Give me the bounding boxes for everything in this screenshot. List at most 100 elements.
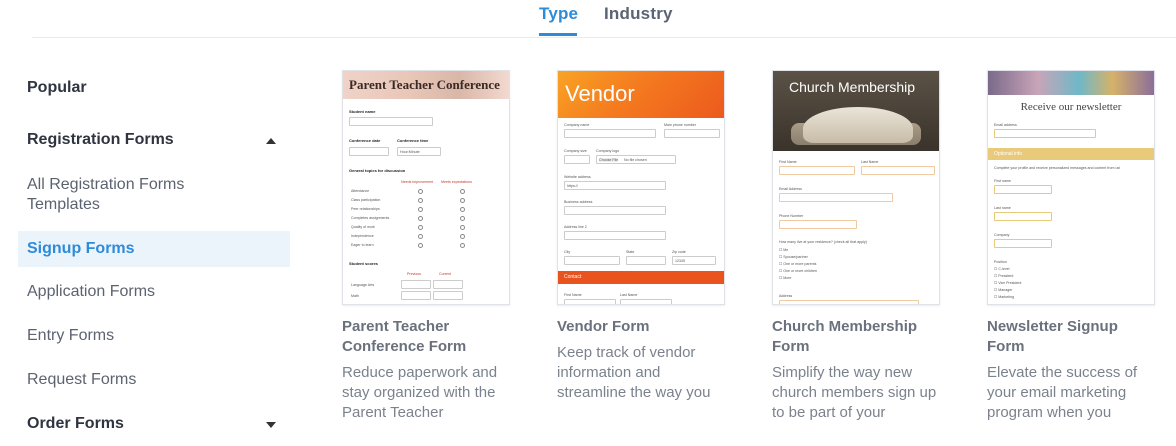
thumb-input <box>620 299 672 304</box>
thumb-input <box>564 231 666 240</box>
thumb-section-contact: Contact <box>558 271 724 284</box>
thumb-input <box>349 117 433 126</box>
thumb-input <box>861 166 935 175</box>
thumb-row: Class participation <box>351 198 381 202</box>
thumb-col-header: Current <box>439 272 451 276</box>
card-title[interactable]: Newsletter Signup Form <box>987 317 1147 357</box>
thumb-col-header: Needs improvement <box>401 180 434 184</box>
thumb-radio <box>418 216 423 221</box>
thumb-radio <box>460 198 465 203</box>
template-thumbnail[interactable]: Parent Teacher Conference Student name C… <box>342 70 510 305</box>
template-thumbnail[interactable]: Church Membership First Name Last Name E… <box>772 70 940 305</box>
thumb-radio <box>460 243 465 248</box>
card-description: Simplify the way new church members sign… <box>772 364 937 421</box>
thumb-label: First Name <box>564 293 582 297</box>
thumb-input <box>564 129 656 138</box>
thumb-checkbox-option: ☐ One or more children <box>779 269 817 273</box>
sidebar-item-label: Registration Forms <box>27 131 174 148</box>
thumb-row: Attendance <box>351 189 370 193</box>
sidebar-item-request-forms[interactable]: Request Forms <box>18 371 290 389</box>
thumb-radio <box>418 243 423 248</box>
option-label: More <box>783 276 792 280</box>
thumb-heading: Receive our newsletter <box>1020 101 1122 113</box>
thumb-label: Last Name <box>620 293 638 297</box>
option-label: Manager <box>998 288 1013 292</box>
thumb-col-header: Previous <box>407 272 421 276</box>
thumb-label: Address <box>779 294 793 298</box>
thumb-input <box>433 280 463 289</box>
template-card-church-membership[interactable]: Church Membership First Name Last Name E… <box>772 70 940 423</box>
thumb-checkbox-option: ☐ Manager <box>994 288 1013 292</box>
thumb-label: First name <box>994 179 1011 183</box>
thumb-checkbox-option: ☐ C-level <box>994 267 1010 271</box>
option-label: Marketing <box>998 295 1015 299</box>
thumb-input <box>564 155 590 164</box>
thumb-input <box>564 256 620 265</box>
type-industry-tabs: Type Industry <box>32 0 1176 38</box>
thumb-radio <box>460 225 465 230</box>
thumb-input <box>564 299 616 304</box>
sidebar-item-application-forms[interactable]: Application Forms <box>18 283 290 301</box>
option-label: One or more parents <box>783 262 817 266</box>
thumb-description: Complete your profile and receive person… <box>994 166 1121 170</box>
option-label: C-level <box>998 267 1010 271</box>
sidebar-item-registration-forms[interactable]: Registration Forms <box>18 131 290 149</box>
template-thumbnail[interactable]: Receive our newsletter Email address Opt… <box>987 70 1155 305</box>
sidebar-item-all-registration[interactable]: All Registration Forms Templates <box>18 175 218 215</box>
thumb-label: State <box>626 250 635 254</box>
option-label: Vice President <box>998 281 1022 285</box>
thumb-heading: Parent Teacher Conference <box>343 71 509 99</box>
template-card-parent-teacher[interactable]: Parent Teacher Conference Student name C… <box>342 70 510 423</box>
thumb-label: Company <box>994 233 1010 237</box>
caret-down-icon[interactable] <box>266 422 276 428</box>
thumb-row: Independence <box>351 234 374 238</box>
thumb-label: Position <box>994 260 1007 264</box>
tab-industry[interactable]: Industry <box>604 4 673 24</box>
thumb-input <box>994 185 1052 194</box>
template-card-newsletter-signup[interactable]: Receive our newsletter Email address Opt… <box>987 70 1155 423</box>
thumb-radio <box>418 198 423 203</box>
book-image <box>803 107 913 143</box>
card-title[interactable]: Parent Teacher Conference Form <box>342 317 502 357</box>
thumb-label: Last Name <box>861 160 879 164</box>
thumb-label: First Name <box>779 160 797 164</box>
thumb-label: Website address <box>564 175 591 179</box>
thumb-input <box>779 193 893 202</box>
thumb-label: Student scores <box>349 261 378 266</box>
template-card-vendor[interactable]: Vendor Company name Main phone number Co… <box>557 70 725 403</box>
thumb-row: Language Arts <box>351 283 375 287</box>
thumb-placeholder: Hour:Minute <box>400 150 420 154</box>
thumb-row: Completes assignments <box>351 216 390 220</box>
thumb-label: Company logo <box>596 149 620 153</box>
sidebar-item-signup-forms[interactable]: Signup Forms <box>18 231 290 267</box>
thumb-header-image <box>988 71 1154 95</box>
card-title[interactable]: Church Membership Form <box>772 317 932 357</box>
template-thumbnail[interactable]: Vendor Company name Main phone number Co… <box>557 70 725 305</box>
thumb-checkbox-option: ☐ Marketing <box>994 295 1015 299</box>
thumb-radio <box>460 189 465 194</box>
thumb-section-optional: Optional info <box>988 148 1154 160</box>
thumb-label: Conference time <box>397 138 429 143</box>
thumb-checkbox-option: ☐ Me <box>779 248 789 252</box>
thumb-label: Phone Number <box>779 214 804 218</box>
thumb-no-file: No file chosen <box>624 158 647 162</box>
thumb-heading: Vendor <box>558 71 724 118</box>
thumb-input <box>349 147 389 156</box>
thumb-radio <box>460 234 465 239</box>
thumb-radio <box>418 189 423 194</box>
thumb-label: Business address <box>564 200 593 204</box>
card-title[interactable]: Vendor Form <box>557 317 717 337</box>
thumb-input <box>564 206 666 215</box>
thumb-header-image: Church Membership <box>773 71 939 151</box>
thumb-placeholder: 12345 <box>675 259 685 263</box>
option-label: One or more children <box>783 269 817 273</box>
sidebar-item-popular[interactable]: Popular <box>18 79 290 97</box>
sidebar-item-order-forms[interactable]: Order Forms <box>18 415 290 433</box>
sidebar-item-entry-forms[interactable]: Entry Forms <box>18 327 290 345</box>
caret-up-icon[interactable] <box>266 138 276 144</box>
thumb-placeholder: https:// <box>567 184 578 188</box>
thumb-heading: Church Membership <box>789 79 916 95</box>
active-tab-indicator <box>539 33 577 36</box>
thumb-col-header: Meets expectations <box>441 180 472 184</box>
thumb-input <box>779 166 855 175</box>
